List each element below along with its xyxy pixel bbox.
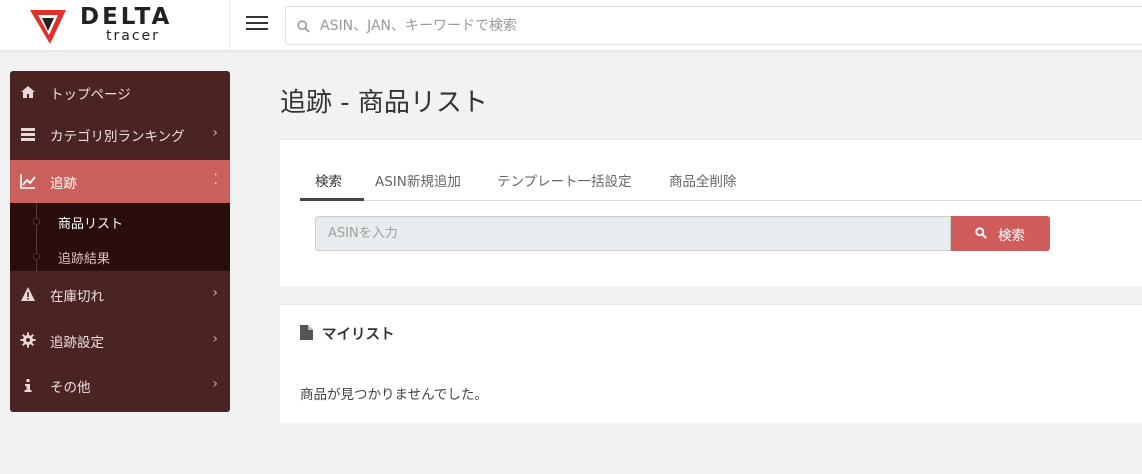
- asin-input[interactable]: [315, 216, 951, 251]
- search-button-label: 検索: [998, 228, 1025, 244]
- sidebar-item-tracking[interactable]: 追跡 ⁚: [10, 160, 230, 203]
- warning-icon: [21, 287, 35, 301]
- delta-logo-icon: [30, 10, 66, 44]
- global-search-input[interactable]: [320, 15, 1020, 37]
- hamburger-icon: [246, 16, 268, 18]
- chevron-right-icon: ›: [212, 331, 218, 347]
- chevron-right-icon: ›: [212, 285, 218, 301]
- submenu-dot: [33, 218, 40, 225]
- gear-icon: [20, 332, 36, 348]
- sidebar-item-label: その他: [50, 380, 91, 396]
- search-icon: [297, 20, 310, 33]
- sidebar-item-out-of-stock[interactable]: 在庫切れ ›: [10, 273, 230, 315]
- submenu-dot: [33, 253, 40, 260]
- tracking-submenu: 商品リスト 追跡結果: [10, 203, 230, 271]
- chevron-right-icon: ›: [212, 125, 218, 141]
- sidebar-item-tracking-settings[interactable]: 追跡設定 ›: [10, 319, 230, 361]
- submenu-item-product-list[interactable]: 商品リスト: [58, 213, 123, 232]
- page-title: 追跡 - 商品リスト: [280, 88, 488, 118]
- submenu-line: [36, 203, 37, 271]
- search-button[interactable]: 検索: [951, 216, 1050, 251]
- sidebar-item-label: 在庫切れ: [50, 289, 104, 305]
- search-icon: [975, 227, 987, 239]
- active-tab-indicator: [300, 198, 364, 201]
- sidebar-item-label: 追跡: [50, 176, 77, 192]
- sidebar-item-label: トップページ: [50, 87, 131, 103]
- sidebar: トップページ カテゴリ別ランキング › 追跡 ⁚ 商品リスト 追跡結果 在庫切れ…: [10, 71, 230, 412]
- submenu-item-tracking-results[interactable]: 追跡結果: [58, 248, 110, 267]
- search-card: 検索 ASIN新規追加 テンプレート一括設定 商品全削除 検索: [280, 139, 1142, 286]
- mylist-title: マイリスト: [322, 327, 395, 343]
- tab-template-bulk[interactable]: テンプレート一括設定: [497, 170, 632, 190]
- home-icon: [21, 86, 35, 98]
- global-search[interactable]: [285, 6, 1142, 45]
- sidebar-item-label: 追跡設定: [50, 335, 104, 351]
- list-icon: [21, 128, 35, 141]
- sidebar-item-top-page[interactable]: トップページ: [10, 71, 230, 113]
- sidebar-item-others[interactable]: その他 ›: [10, 364, 230, 406]
- tab-delete-all[interactable]: 商品全削除: [669, 170, 737, 190]
- brand-sub: tracer: [106, 28, 160, 44]
- menu-toggle-button[interactable]: [246, 16, 268, 34]
- tab-bar: 検索 ASIN新規追加 テンプレート一括設定 商品全削除: [300, 160, 1142, 201]
- empty-message: 商品が見つかりませんでした。: [300, 387, 488, 403]
- chart-line-icon: [20, 174, 36, 189]
- tab-search[interactable]: 検索: [315, 170, 342, 190]
- chevron-right-icon: ›: [212, 376, 218, 392]
- sidebar-item-label: カテゴリ別ランキング: [50, 129, 185, 145]
- brand-name: DELTA: [80, 4, 173, 30]
- top-bar: DELTA tracer: [0, 0, 1142, 50]
- mylist-card: マイリスト 商品が見つかりませんでした。: [280, 304, 1142, 423]
- chevron-down-icon: ⁚: [213, 172, 218, 188]
- brand[interactable]: DELTA tracer: [0, 0, 230, 50]
- file-icon: [300, 325, 313, 340]
- tab-add-asin[interactable]: ASIN新規追加: [375, 170, 461, 190]
- info-icon: [24, 379, 32, 392]
- sidebar-item-category-ranking[interactable]: カテゴリ別ランキング ›: [10, 113, 230, 155]
